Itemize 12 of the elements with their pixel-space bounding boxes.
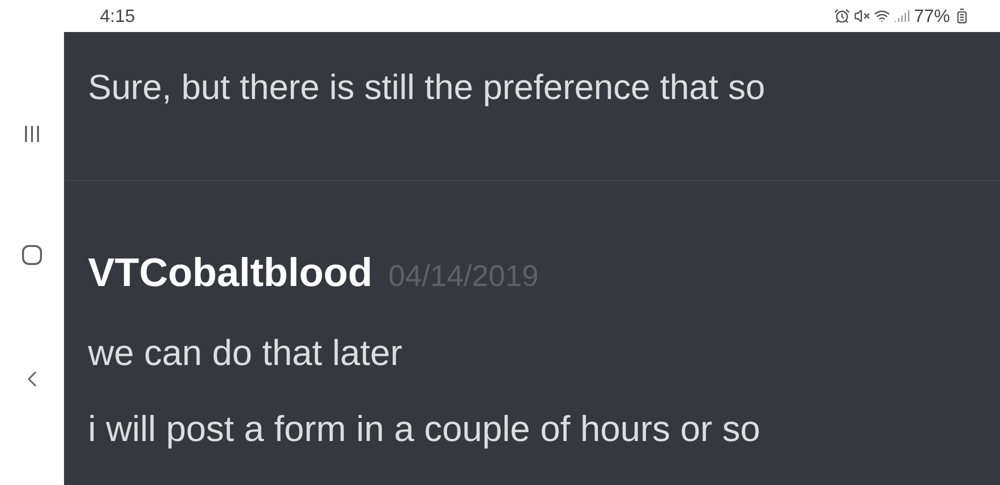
username[interactable]: VTCobaltblood xyxy=(88,243,372,303)
message-text: we can do that later xyxy=(88,331,404,375)
message-text: Sure, but there is still the preference that so xyxy=(88,67,766,109)
signal-icon xyxy=(894,8,910,24)
battery-level: 77% xyxy=(914,4,950,28)
message-text: i will post a form in a couple of hours or so xyxy=(88,407,762,451)
recent-apps-icon[interactable] xyxy=(23,124,41,144)
alarm-icon xyxy=(834,8,850,24)
home-icon[interactable] xyxy=(21,244,43,266)
mute-icon xyxy=(854,8,870,24)
wifi-icon xyxy=(874,8,890,24)
status-time: 4:15 xyxy=(100,4,136,28)
